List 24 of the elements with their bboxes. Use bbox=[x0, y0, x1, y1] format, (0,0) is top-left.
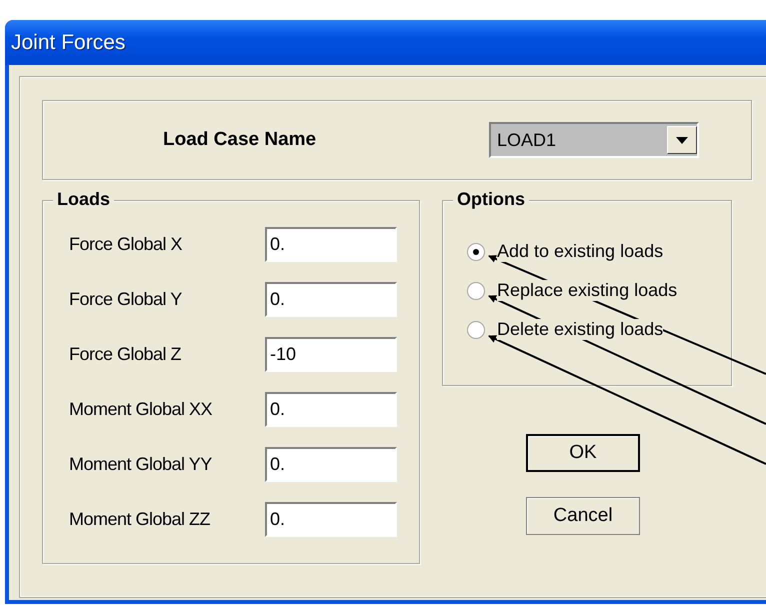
radio-label[interactable]: Delete existing loads bbox=[497, 319, 664, 340]
radio-button[interactable] bbox=[467, 320, 485, 338]
radio-button[interactable] bbox=[467, 282, 485, 300]
window-title: Joint Forces bbox=[11, 30, 126, 54]
input-field[interactable]: 0. bbox=[265, 227, 397, 262]
input-field[interactable]: 0. bbox=[265, 392, 397, 427]
radio-button[interactable] bbox=[467, 242, 485, 260]
input-field[interactable]: 0. bbox=[265, 502, 397, 537]
field-label: Force Global Z bbox=[69, 344, 182, 365]
radio-label[interactable]: Replace existing loads bbox=[497, 280, 678, 301]
input-field[interactable]: -10 bbox=[265, 337, 397, 372]
field-label: Moment Global XX bbox=[69, 399, 214, 420]
load-case-label: Load Case Name bbox=[163, 129, 318, 151]
input-field[interactable]: 0. bbox=[265, 282, 397, 317]
field-label: Force Global Y bbox=[69, 289, 183, 310]
input-field[interactable]: 0. bbox=[265, 447, 397, 482]
radio-label[interactable]: Add to existing loads bbox=[497, 241, 664, 262]
field-label: Moment Global YY bbox=[69, 454, 213, 475]
group-title: Options bbox=[453, 189, 529, 210]
field-label: Moment Global ZZ bbox=[69, 509, 212, 530]
cancel-button[interactable]: Cancel bbox=[526, 497, 640, 535]
field-label: Force Global X bbox=[69, 234, 184, 255]
ok-button[interactable]: OK bbox=[526, 434, 640, 472]
load-case-dropdown[interactable]: LOAD1 bbox=[489, 122, 699, 158]
